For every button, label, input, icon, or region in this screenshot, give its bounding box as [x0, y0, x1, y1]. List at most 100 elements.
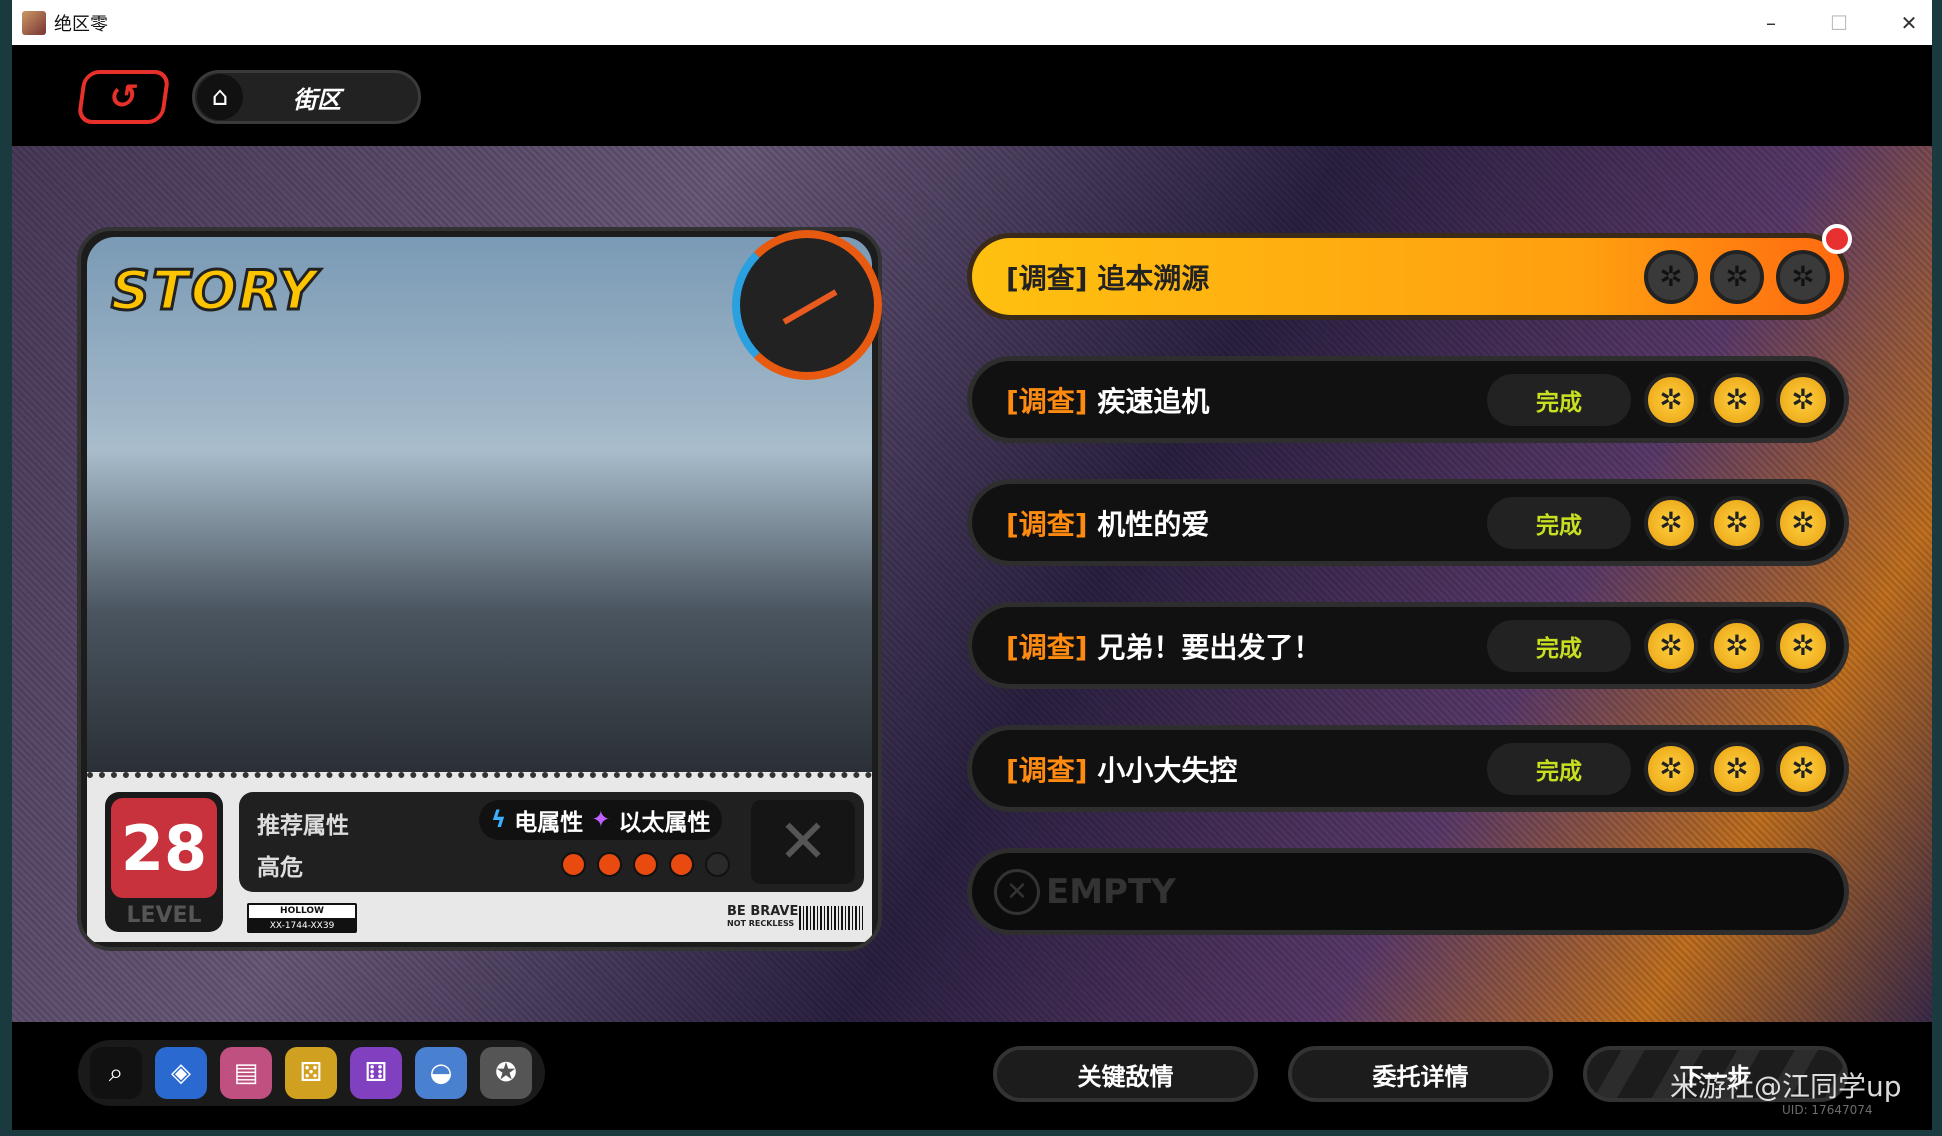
quest-name: 追本溯源 — [1097, 261, 1210, 295]
tracking-pin-icon — [1822, 224, 1852, 254]
breadcrumb: ⌂ 街区 — [192, 70, 421, 124]
quest-name: 兄弟！要出发了！ — [1097, 630, 1322, 664]
danger-dot — [597, 852, 622, 877]
empty-x-icon: ✕ — [994, 868, 1040, 915]
quest-title: [调查] 疾速追机 — [1006, 380, 1209, 420]
back-icon: ↺ — [106, 77, 141, 117]
reward-medals: ✲ ✲ ✲ — [1644, 249, 1830, 304]
game-window: 绝区零 – ☐ ✕ ↺ ⌂ 街区 STORY 28 LEVEL 推荐属性 高危 — [12, 0, 1932, 1130]
quest-title: [调查] 兄弟！要出发了！ — [1006, 626, 1321, 666]
enemy-placeholder-icon: ✕ — [751, 800, 855, 884]
level-label: LEVEL — [126, 903, 202, 928]
quest-title: [调查] 小小大失控 — [1006, 749, 1237, 789]
status-badge: 完成 — [1487, 619, 1631, 672]
commission-details-button[interactable]: 委托详情 — [1288, 1046, 1553, 1102]
brave-text: BE BRAVE NOT RECKLESS — [727, 904, 799, 930]
quest-row[interactable]: [调查] 兄弟！要出发了！ 完成 ✲ ✲ ✲ — [967, 602, 1849, 689]
hollow-plate: HOLLOW XX-1744-XX39 — [247, 903, 357, 933]
key-enemies-button[interactable]: 关键敌情 — [993, 1046, 1258, 1102]
level-badge: 28 LEVEL — [105, 792, 223, 932]
quest-tag: [调查] — [1006, 384, 1088, 418]
medal-icon: ✲ — [1776, 372, 1830, 427]
medal-icon: ✲ — [1710, 741, 1764, 796]
film-icon[interactable]: ▤ — [220, 1047, 272, 1099]
barcode — [799, 906, 863, 930]
quest-tag: [调查] — [1006, 507, 1088, 541]
danger-meter — [561, 852, 730, 877]
app-icon — [22, 10, 46, 35]
medal-icon: ✲ — [1644, 249, 1698, 304]
attribute-tags: ϟ 电属性 ✦ 以太属性 — [479, 800, 723, 840]
medal-icon: ✲ — [1776, 618, 1830, 673]
watermark: 米游社@江同学up — [1670, 1070, 1902, 1103]
status-badge: 完成 — [1487, 373, 1631, 426]
empty-label: EMPTY — [1046, 871, 1176, 912]
attr-ether: 以太属性 — [618, 810, 711, 836]
recommend-label: 推荐属性 — [257, 813, 349, 839]
star-icon[interactable]: ✪ — [480, 1047, 532, 1099]
top-nav: ↺ ⌂ 街区 — [12, 45, 1932, 146]
quest-name: 机性的爱 — [1097, 507, 1210, 541]
electric-icon: ϟ — [491, 807, 507, 833]
plate-top: HOLLOW — [249, 905, 355, 918]
bag-icon[interactable]: ◒ — [415, 1047, 467, 1099]
medal-icon: ✲ — [1776, 741, 1830, 796]
home-button[interactable]: ⌂ — [197, 74, 243, 120]
reward-medals: ✲ ✲ ✲ — [1644, 618, 1830, 673]
quest-tag: [调查] — [1006, 261, 1088, 295]
title-bar: 绝区零 – ☐ ✕ — [12, 0, 1932, 45]
danger-dot — [705, 852, 730, 877]
quest-row[interactable]: [调查] 机性的爱 完成 ✲ ✲ ✲ — [967, 479, 1849, 566]
brave-line: BE BRAVE — [727, 904, 799, 919]
quest-row[interactable]: [调查] 追本溯源 ✲ ✲ ✲ — [967, 224, 1852, 320]
maximize-button[interactable]: ☐ — [1804, 0, 1874, 45]
reward-medals: ✲ ✲ ✲ — [1644, 372, 1830, 427]
ether-icon: ✦ — [591, 807, 611, 833]
attr-electric: 电属性 — [514, 810, 584, 836]
medal-icon: ✲ — [1776, 495, 1830, 550]
quest-name: 疾速追机 — [1097, 384, 1210, 418]
watermark-uid: UID: 17647074 — [1782, 1103, 1873, 1117]
quest-name: 小小大失控 — [1097, 753, 1238, 787]
empty-slot: ✕ EMPTY — [967, 848, 1849, 935]
medal-icon: ✲ — [1644, 372, 1698, 427]
quest-row[interactable]: [调查] 小小大失控 完成 ✲ ✲ ✲ — [967, 725, 1849, 812]
reward-medals: ✲ ✲ ✲ — [1644, 495, 1830, 550]
danger-dot — [633, 852, 658, 877]
search-icon[interactable]: ⌕ — [90, 1047, 142, 1099]
level-value: 28 — [111, 798, 217, 898]
danger-dot — [669, 852, 694, 877]
medal-icon: ✲ — [1776, 249, 1830, 304]
reward-medals: ✲ ✲ ✲ — [1644, 741, 1830, 796]
quest-tag: [调查] — [1006, 753, 1088, 787]
box-icon[interactable]: ⚅ — [350, 1047, 402, 1099]
back-button[interactable]: ↺ — [76, 70, 171, 124]
status-badge: 完成 — [1487, 496, 1631, 549]
quest-title: [调查] 机性的爱 — [1006, 503, 1209, 543]
danger-label: 高危 — [257, 855, 303, 881]
home-icon: ⌂ — [211, 82, 229, 112]
plate-bottom: XX-1744-XX39 — [269, 921, 335, 931]
quest-tag: [调查] — [1006, 630, 1088, 664]
minimize-button[interactable]: – — [1736, 0, 1806, 45]
map-icon[interactable]: ◈ — [155, 1047, 207, 1099]
story-logo: STORY — [109, 258, 319, 324]
toolbar: ⌕ ◈ ▤ ⚄ ⚅ ◒ ✪ — [78, 1040, 545, 1106]
danger-dot — [561, 852, 586, 877]
medal-icon: ✲ — [1644, 618, 1698, 673]
medal-icon: ✲ — [1710, 249, 1764, 304]
main-area: STORY 28 LEVEL 推荐属性 高危 ϟ 电属性 ✦ 以太属性 ✕ HOLL… — [12, 146, 1932, 1022]
medal-icon: ✲ — [1644, 741, 1698, 796]
medal-icon: ✲ — [1710, 372, 1764, 427]
dice-icon[interactable]: ⚄ — [285, 1047, 337, 1099]
window-title: 绝区零 — [54, 13, 108, 35]
quest-row[interactable]: [调查] 疾速追机 完成 ✲ ✲ ✲ — [967, 356, 1849, 443]
card-info: 28 LEVEL 推荐属性 高危 ϟ 电属性 ✦ 以太属性 ✕ HOLLOW XX-1… — [87, 772, 872, 942]
close-button[interactable]: ✕ — [1874, 0, 1942, 45]
status-badge: 完成 — [1487, 742, 1631, 795]
reckless-line: NOT RECKLESS — [727, 919, 795, 928]
gauge-icon — [732, 230, 882, 380]
quest-title: [调查] 追本溯源 — [1006, 257, 1209, 297]
bottom-bar: ⌕ ◈ ▤ ⚄ ⚅ ◒ ✪ 关键敌情 委托详情 下一步 — [12, 1022, 1932, 1130]
medal-icon: ✲ — [1710, 495, 1764, 550]
